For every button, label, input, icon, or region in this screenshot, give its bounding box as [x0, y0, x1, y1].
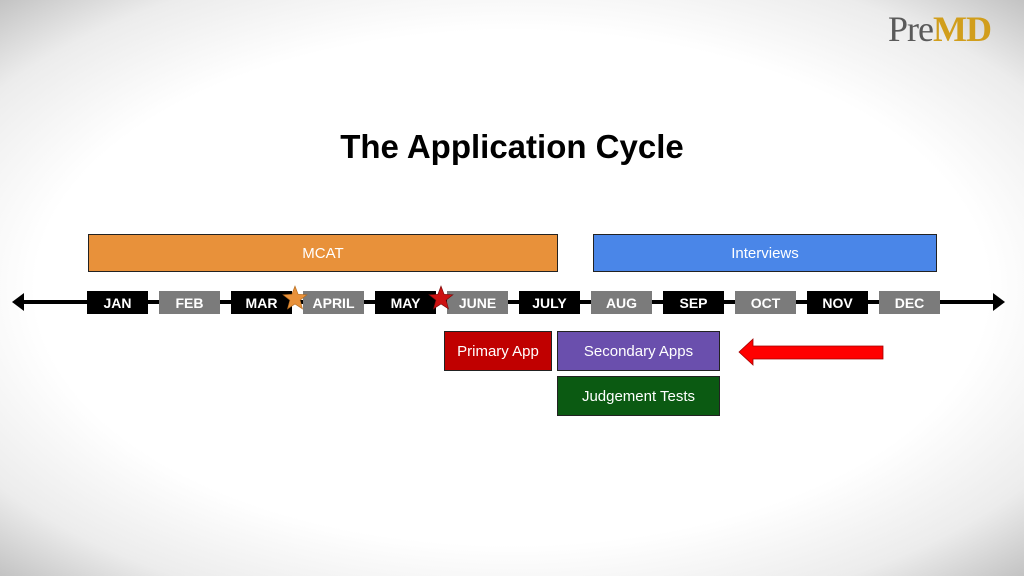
orange-star-icon: [282, 285, 308, 310]
month-may: MAY: [375, 291, 436, 314]
judgement-tests-box: Judgement Tests: [557, 376, 720, 416]
month-nov: NOV: [807, 291, 868, 314]
month-july: JULY: [519, 291, 580, 314]
month-april: APRIL: [303, 291, 364, 314]
premd-logo: PreMD: [888, 8, 992, 50]
month-sep: SEP: [663, 291, 724, 314]
red-star-icon: [428, 285, 454, 310]
month-june: JUNE: [447, 291, 508, 314]
month-feb: FEB: [159, 291, 220, 314]
mcat-bar: MCAT: [88, 234, 558, 272]
timeline-arrow-left-icon: [12, 293, 24, 311]
slide-title: The Application Cycle: [340, 128, 684, 165]
primary-app-box: Primary App: [444, 331, 552, 371]
logo-md: MD: [933, 9, 992, 49]
month-oct: OCT: [735, 291, 796, 314]
month-dec: DEC: [879, 291, 940, 314]
secondary-apps-box: Secondary Apps: [557, 331, 720, 371]
red-pointer-arrow-icon: [738, 338, 884, 366]
interviews-bar: Interviews: [593, 234, 937, 272]
month-jan: JAN: [87, 291, 148, 314]
timeline-arrow-right-icon: [993, 293, 1005, 311]
logo-pre: Pre: [888, 9, 934, 49]
month-aug: AUG: [591, 291, 652, 314]
